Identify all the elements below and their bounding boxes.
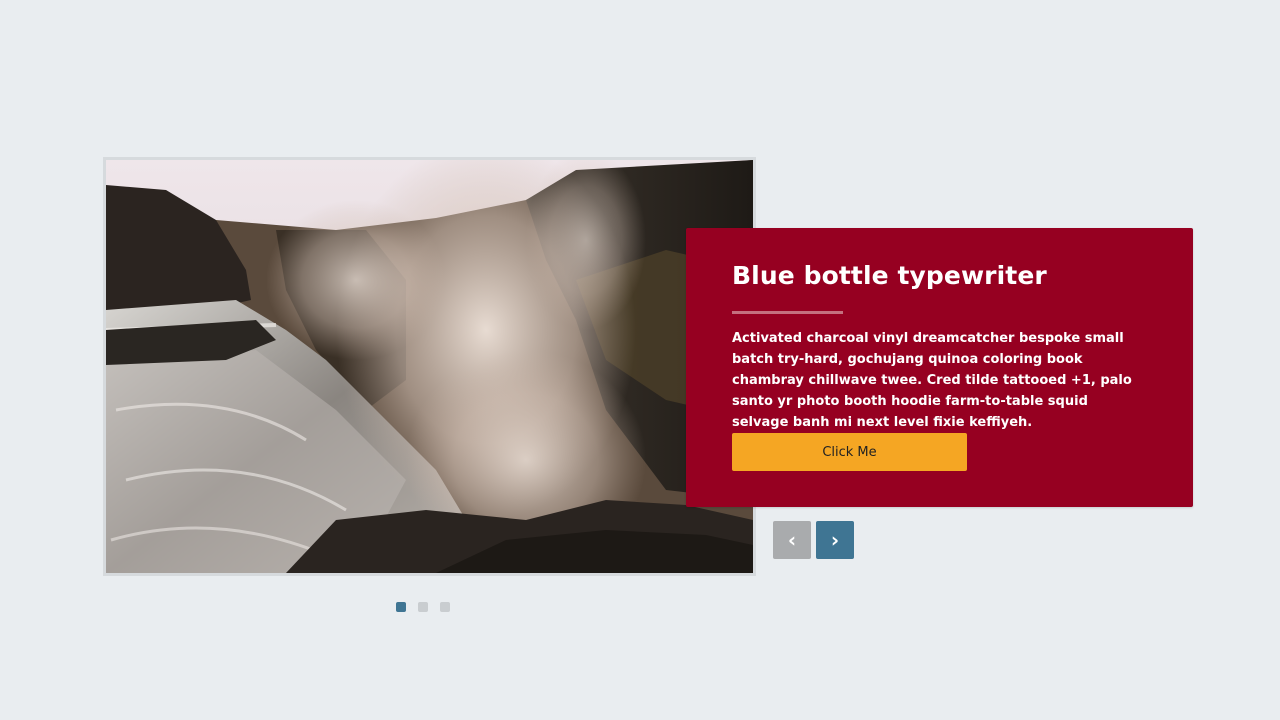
slide-caption-card: Blue bottle typewriter Activated charcoa… bbox=[686, 228, 1193, 507]
pagination-dot-3[interactable] bbox=[440, 602, 450, 612]
waterfall-image bbox=[106, 160, 753, 573]
prev-slide-button[interactable]: ‹ bbox=[773, 521, 811, 559]
slide-image bbox=[103, 157, 756, 576]
chevron-left-icon: ‹ bbox=[787, 528, 797, 552]
next-slide-button[interactable]: › bbox=[816, 521, 854, 559]
pagination-dot-2[interactable] bbox=[418, 602, 428, 612]
chevron-right-icon: › bbox=[830, 528, 840, 552]
slide-description: Activated charcoal vinyl dreamcatcher be… bbox=[732, 331, 1132, 430]
pagination-dot-1[interactable] bbox=[396, 602, 406, 612]
title-divider bbox=[732, 311, 843, 314]
slide-title: Blue bottle typewriter bbox=[732, 261, 1047, 290]
slider: Blue bottle typewriter Activated charcoa… bbox=[0, 0, 1280, 720]
click-me-button[interactable]: Click Me bbox=[732, 433, 967, 471]
pagination-dots bbox=[396, 602, 450, 612]
